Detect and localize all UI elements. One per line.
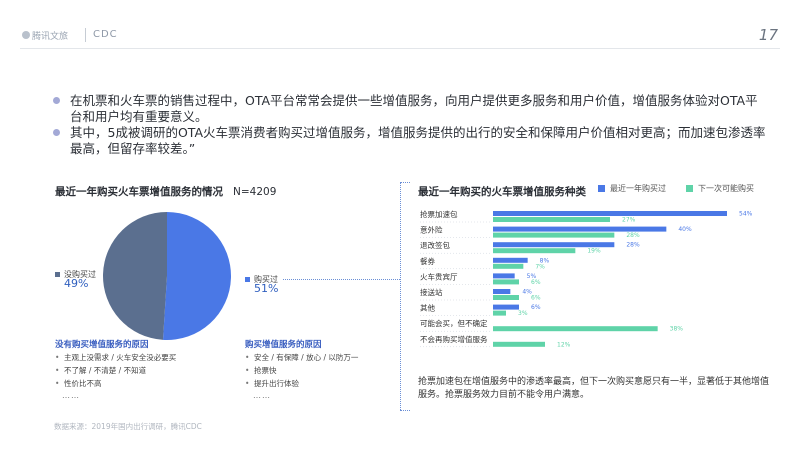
bar-value-label: 6% [531,279,541,286]
logo-separator [85,28,86,42]
pie-slice-not-bought [102,212,167,340]
bar-next [493,326,658,332]
bullet-item: 在机票和火车票的销售过程中，OTA平台常常会提供一些增值服务，向用户提供更多服务… [53,93,770,125]
bullet-text: 在机票和火车票的销售过程中，OTA平台常常会提供一些增值服务，向用户提供更多服务… [70,93,758,124]
sample-size: N=4209 [233,186,277,198]
logo-tencent: 腾讯文旅 [32,32,69,42]
page-number: 17 [758,26,778,44]
pie-legend-swatch [55,272,60,277]
bought-reasons-title: 购买增值服务的原因 [245,340,322,350]
legend-label: 下一次可能购买 [698,184,754,193]
header-divider [20,48,780,49]
bar-value-label: 19% [587,248,601,255]
right-chart-title: 最近一年购买的火车票增值服务种类 [418,186,586,198]
legend-swatch-blue [598,185,605,192]
bar-next [493,248,576,254]
bar-bought [493,289,511,294]
bullet-item: 其中，5成被调研的OTA火车票消费者购买过增值服务，增值服务提供的出行的安全和保… [53,125,770,157]
bar-value-label: 7% [535,263,545,270]
bought-reasons-list: 安全 / 有保障 / 放心 / 以防万一 抢票快 提升出行体验 [245,351,358,390]
category-label: 火车贵宾厅 [420,271,458,281]
bar-value-label: 4% [522,289,532,296]
bar-value-label: 27% [622,217,636,224]
list-item: 不了解 / 不清楚 / 不知道 [55,364,176,377]
bar-next [493,279,519,285]
pie-legend-swatch [245,277,250,282]
bar-value-label: 38% [670,326,684,333]
bar-bought [493,257,528,263]
bullet-list: 在机票和火车票的销售过程中，OTA平台常常会提供一些增值服务，向用户提供更多服务… [53,93,770,157]
connector-line-top [400,182,410,183]
category-label: 餐券 [420,256,435,266]
legend-item-next: 下一次可能购买 [686,183,754,194]
connector-line [283,279,400,280]
logo-cdc: CDC [93,29,118,40]
bought-more: …… [253,391,271,400]
legend-label: 最近一年购买过 [610,184,666,193]
category-label: 不会再购买增值服务 [420,334,488,344]
bullet-dot-icon [53,129,60,136]
category-label: 抢票加速包 [420,209,458,219]
bar-value-label: 6% [531,295,541,302]
bar-bought [493,273,515,279]
legend-swatch-green [686,185,693,192]
category-label: 意外险 [420,225,443,235]
not-bought-reasons-title: 没有购买增值服务的原因 [55,340,149,350]
not-bought-more: …… [62,391,80,400]
not-bought-reasons-list: 主观上没需求 / 火车安全没必要买 不了解 / 不清楚 / 不知道 性价比不高 [55,351,176,390]
data-source: 数据来源：2019年国内出行调研，腾讯CDC [54,422,202,431]
bar-next [493,232,615,238]
category-label: 退改签包 [420,240,450,250]
list-item: 抢票快 [245,364,358,377]
header: 腾讯文旅 CDC 17 [0,0,800,50]
category-label: 接送站 [420,287,443,297]
bar-bought [493,242,615,248]
tencent-logo-icon [22,31,30,39]
bar-value-label: 40% [678,226,692,233]
bar-value-label: 12% [557,341,571,348]
category-label: 可能会买，但不确定 [420,318,488,328]
bar-next [493,295,519,300]
left-chart-title: 最近一年购买火车票增值服务的情况 N=4209 [55,184,276,199]
pie-value-not-bought: 49% [64,277,89,290]
legend-item-bought: 最近一年购买过 [598,183,666,194]
bar-bought [493,304,519,310]
pie-slice-bought [162,212,231,340]
connector-line-bottom [400,410,410,411]
list-item: 性价比不高 [55,377,176,390]
bar-next [493,341,545,347]
bullet-dot-icon [53,97,60,104]
bar-bought [493,226,667,232]
left-chart-title-text: 最近一年购买火车票增值服务的情况 [55,186,223,198]
bar-value-label: 5% [527,273,537,280]
chart-footnote: 抢票加速包在增值服务中的渗透率最高，但下一次购买意愿只有一半，显著低于其他增值服… [418,377,770,400]
pie-value-bought: 51% [254,282,279,295]
bar-value-label: 54% [739,211,753,218]
bar-value-label: 28% [626,242,640,249]
bar-bought [493,211,727,216]
bar-value-label: 6% [531,304,541,311]
list-item: 提升出行体验 [245,377,358,390]
bar-value-label: 8% [540,257,550,264]
list-item: 安全 / 有保障 / 放心 / 以防万一 [245,351,358,364]
bullet-text: 其中，5成被调研的OTA火车票消费者购买过增值服务，增值服务提供的出行的安全和保… [70,125,766,156]
bar-next [493,310,506,316]
category-label: 其他 [420,303,435,313]
bar-next [493,263,524,269]
list-item: 主观上没需求 / 火车安全没必要买 [55,351,176,364]
bar-value-label: 3% [518,310,528,317]
bar-next [493,217,610,222]
bar-value-label: 28% [626,232,640,239]
connector-line-vertical [400,182,401,410]
